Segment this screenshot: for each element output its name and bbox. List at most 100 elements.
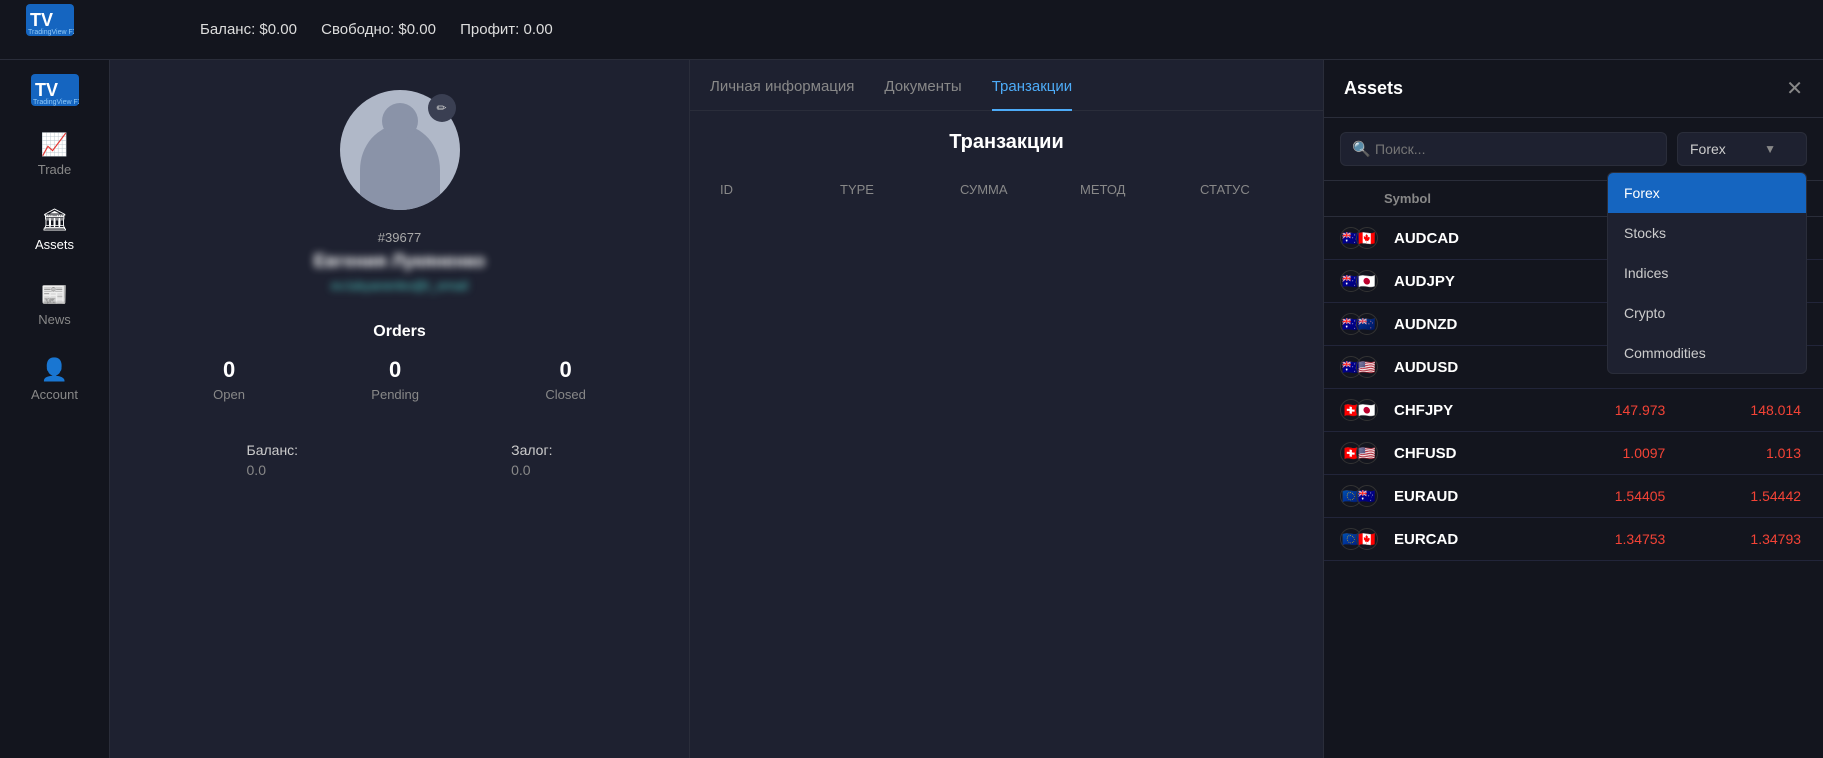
deposit-label: Залог:	[511, 442, 552, 458]
asset-name: AUDJPY	[1394, 273, 1530, 290]
header-symbol: Symbol	[1340, 191, 1561, 206]
asset-row[interactable]: 🇨🇭 🇯🇵 CHFJPY 147.973 148.014	[1324, 389, 1823, 432]
transactions-title: Транзакции	[949, 131, 1064, 154]
asset-name: AUDNZD	[1394, 316, 1530, 333]
avatar-edit-button[interactable]: ✏	[428, 94, 456, 122]
deposit-value: 0.0	[511, 462, 552, 478]
tab-transactions[interactable]: Транзакции	[992, 60, 1072, 111]
sidebar: TV TradingView FX 📈 Trade 🏛 Assets 📰 New…	[0, 60, 110, 758]
assets-search-row: 🔍 Forex ▼ Forex Stocks Indices Crypto Co…	[1324, 118, 1823, 181]
profile-right: Личная информация Документы Транзакции Т…	[690, 60, 1323, 758]
free-label: Свободно: $0.00	[321, 21, 436, 38]
sidebar-item-account[interactable]: 👤 Account	[10, 345, 100, 416]
asset-name: EURAUD	[1394, 488, 1530, 505]
dropdown-item-commodities[interactable]: Commodities	[1608, 333, 1806, 373]
sidebar-item-trade[interactable]: 📈 Trade	[10, 120, 100, 191]
user-id: #39677	[378, 230, 421, 245]
asset-sell: 1.34753	[1530, 531, 1666, 547]
tab-personal[interactable]: Личная информация	[710, 60, 854, 111]
asset-row[interactable]: 🇪🇺 🇦🇺 EURAUD 1.54405 1.54442	[1324, 475, 1823, 518]
search-icon: 🔍	[1352, 140, 1371, 158]
orders-open: 0 Open	[213, 357, 245, 402]
orders-pending: 0 Pending	[371, 357, 419, 402]
dropdown-item-crypto[interactable]: Crypto	[1608, 293, 1806, 333]
asset-flags: 🇪🇺 🇨🇦	[1340, 528, 1384, 550]
assets-search-input[interactable]	[1340, 132, 1667, 166]
asset-flags: 🇦🇺 🇨🇦	[1340, 227, 1384, 249]
transactions-table-header: ID TYPE СУММА МЕТОД СТАТУС	[710, 174, 1303, 205]
col-metod: МЕТОД	[1080, 182, 1140, 197]
asset-buy: 148.014	[1665, 402, 1807, 418]
flag2: 🇦🇺	[1356, 485, 1378, 507]
svg-text:TV: TV	[35, 80, 58, 100]
avatar-wrapper: ✏	[340, 90, 460, 210]
col-summa: СУММА	[960, 182, 1020, 197]
flag2: 🇯🇵	[1356, 399, 1378, 421]
chevron-down-icon: ▼	[1764, 142, 1776, 156]
orders-section: Orders 0 Open 0 Pending 0 Closed	[130, 323, 669, 432]
assets-dropdown-wrapper: Forex ▼ Forex Stocks Indices Crypto Comm…	[1677, 132, 1807, 166]
top-bar-info: Баланс: $0.00 Свободно: $0.00 Профит: 0.…	[200, 21, 573, 38]
transactions-content: Транзакции ID TYPE СУММА МЕТОД СТАТУС	[690, 111, 1323, 758]
assets-close-button[interactable]: ✕	[1786, 79, 1803, 99]
svg-text:TradingView FX: TradingView FX	[28, 29, 74, 36]
dropdown-item-stocks[interactable]: Stocks	[1608, 213, 1806, 253]
assets-icon: 🏛	[41, 209, 69, 231]
main-layout: TV TradingView FX 📈 Trade 🏛 Assets 📰 New…	[0, 60, 1823, 758]
asset-flags: 🇦🇺 🇺🇸	[1340, 356, 1384, 378]
assets-filter-dropdown[interactable]: Forex ▼	[1677, 132, 1807, 166]
balance-section: Баланс: 0.0 Залог: 0.0	[130, 442, 669, 478]
orders-closed-value: 0	[559, 357, 571, 383]
asset-sell: 147.973	[1530, 402, 1666, 418]
avatar-person	[360, 125, 440, 210]
asset-flags: 🇨🇭 🇯🇵	[1340, 399, 1384, 421]
content-area: ✏ #39677 Евгения Лукяненко ev.lukyanenko…	[110, 60, 1323, 758]
flag2: 🇳🇿	[1356, 313, 1378, 335]
sidebar-item-assets[interactable]: 🏛 Assets	[10, 195, 100, 266]
orders-title: Orders	[150, 323, 649, 341]
orders-open-value: 0	[223, 357, 235, 383]
flag2: 🇺🇸	[1356, 356, 1378, 378]
assets-panel: Assets ✕ 🔍 Forex ▼ Forex Stocks Indices …	[1323, 60, 1823, 758]
sidebar-logo: TV TradingView FX	[25, 70, 85, 110]
asset-sell: 1.0097	[1530, 445, 1666, 461]
orders-closed: 0 Closed	[545, 357, 585, 402]
sidebar-item-news[interactable]: 📰 News	[10, 270, 100, 341]
deposit-item: Залог: 0.0	[511, 442, 552, 478]
balance-label-text: Баланс:	[247, 442, 299, 458]
asset-sell: 1.54405	[1530, 488, 1666, 504]
logo: TV TradingView FX	[20, 0, 80, 40]
asset-name: EURCAD	[1394, 531, 1530, 548]
asset-flags: 🇪🇺 🇦🇺	[1340, 485, 1384, 507]
assets-title: Assets	[1344, 78, 1403, 99]
dropdown-item-indices[interactable]: Indices	[1608, 253, 1806, 293]
asset-row[interactable]: 🇨🇭 🇺🇸 CHFUSD 1.0097 1.013	[1324, 432, 1823, 475]
tab-documents[interactable]: Документы	[884, 60, 961, 111]
asset-buy: 1.013	[1665, 445, 1807, 461]
dropdown-item-forex[interactable]: Forex	[1608, 173, 1806, 213]
sidebar-label-trade: Trade	[38, 162, 71, 177]
asset-name: AUDCAD	[1394, 230, 1530, 247]
profile-left: ✏ #39677 Евгения Лукяненко ev.lukyanenko…	[110, 60, 690, 758]
balance-label: Баланс: $0.00	[200, 21, 297, 38]
asset-row[interactable]: 🇪🇺 🇨🇦 EURCAD 1.34753 1.34793	[1324, 518, 1823, 561]
flag2: 🇨🇦	[1356, 528, 1378, 550]
asset-flags: 🇦🇺 🇯🇵	[1340, 270, 1384, 292]
flag2: 🇨🇦	[1356, 227, 1378, 249]
asset-name: CHFJPY	[1394, 402, 1530, 419]
assets-dropdown-menu: Forex Stocks Indices Crypto Commodities	[1607, 172, 1807, 374]
orders-open-label: Open	[213, 387, 245, 402]
user-name: Евгения Лукяненко	[314, 251, 486, 272]
assets-header: Assets ✕	[1324, 60, 1823, 118]
balance-item: Баланс: 0.0	[247, 442, 299, 478]
top-bar: TV TradingView FX Баланс: $0.00 Свободно…	[0, 0, 1823, 60]
asset-buy: 1.54442	[1665, 488, 1807, 504]
orders-closed-label: Closed	[545, 387, 585, 402]
account-icon: 👤	[41, 359, 68, 381]
sidebar-label-account: Account	[31, 387, 78, 402]
orders-grid: 0 Open 0 Pending 0 Closed	[150, 357, 649, 402]
profile-panel: ✏ #39677 Евгения Лукяненко ev.lukyanenko…	[110, 60, 1323, 758]
trade-icon: 📈	[41, 134, 68, 156]
balance-value: 0.0	[247, 462, 299, 478]
profit-label: Профит: 0.00	[460, 21, 553, 38]
